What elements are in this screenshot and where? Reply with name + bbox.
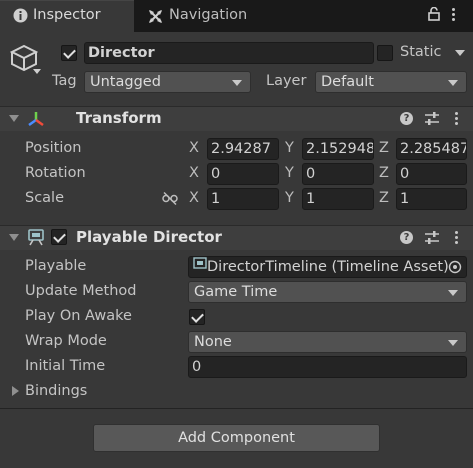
static-dropdown-arrow[interactable] (455, 50, 465, 56)
sliders-icon[interactable] (425, 231, 439, 248)
initial-time-label: Initial Time (25, 358, 106, 374)
chevron-down-icon (448, 80, 458, 86)
rotation-y-label[interactable]: Y (285, 165, 294, 181)
tab-inspector-label: Inspector (33, 7, 101, 23)
update-method-label: Update Method (25, 283, 137, 299)
chevron-down-icon (448, 290, 458, 296)
transform-menu-kebab-icon[interactable] (455, 112, 458, 127)
play-on-awake-label: Play On Awake (25, 308, 132, 324)
help-icon[interactable]: ? (400, 231, 413, 244)
navigation-icon (148, 9, 163, 28)
bindings-foldout-arrow[interactable] (12, 386, 19, 396)
playable-object-field[interactable]: DirectorTimeline (Timeline Asset) (188, 256, 467, 278)
tab-navigation-label[interactable]: Navigation (169, 7, 247, 23)
playable-director-title: Playable Director (76, 228, 222, 246)
layer-value: Default (321, 74, 374, 90)
chevron-down-icon (448, 340, 458, 346)
tag-dropdown[interactable]: Untagged (84, 71, 251, 93)
wrap-mode-value: None (194, 334, 232, 350)
scale-z-field[interactable]: 1 (396, 188, 467, 210)
object-picker-icon[interactable] (448, 260, 462, 277)
scale-label: Scale (25, 190, 65, 206)
transform-axes-icon (27, 110, 45, 132)
tab-menu-kebab-icon[interactable] (452, 8, 455, 23)
scale-y-label[interactable]: Y (285, 190, 294, 206)
transform-title: Transform (76, 109, 162, 127)
rotation-x-field[interactable]: 0 (207, 163, 279, 185)
initial-time-field[interactable]: 0 (188, 356, 467, 378)
unlink-icon[interactable] (162, 191, 178, 209)
wrap-mode-dropdown[interactable]: None (188, 331, 467, 353)
play-on-awake-checkbox[interactable] (189, 309, 205, 325)
chevron-down-icon (232, 80, 242, 86)
playable-director-enabled-checkbox[interactable] (51, 229, 67, 245)
layer-dropdown[interactable]: Default (315, 71, 467, 93)
scale-x-field[interactable]: 1 (207, 188, 279, 210)
gameobject-name-field[interactable]: Director (84, 42, 374, 64)
playable-director-icon (27, 228, 45, 250)
position-y-label[interactable]: Y (285, 140, 294, 156)
wrap-mode-label: Wrap Mode (25, 333, 107, 349)
transform-foldout-arrow[interactable] (9, 115, 19, 122)
position-x-label[interactable]: X (189, 140, 199, 156)
tag-value: Untagged (90, 74, 161, 90)
info-icon (13, 8, 28, 27)
playable-value: DirectorTimeline (Timeline Asset) (207, 259, 449, 275)
bindings-label[interactable]: Bindings (25, 383, 87, 399)
playable-label: Playable (25, 258, 87, 274)
playable-director-foldout-arrow[interactable] (9, 234, 19, 241)
position-z-field[interactable]: 2.285487 (396, 138, 467, 160)
gameobject-active-checkbox[interactable] (61, 45, 77, 61)
rotation-z-label[interactable]: Z (379, 165, 389, 181)
layer-label: Layer (266, 73, 307, 89)
static-checkbox[interactable] (377, 45, 393, 61)
position-label: Position (25, 140, 82, 156)
tag-label: Tag (52, 73, 77, 89)
rotation-label: Rotation (25, 165, 86, 181)
scale-y-field[interactable]: 1 (302, 188, 374, 210)
components-separator (0, 408, 473, 409)
add-component-button[interactable]: Add Component (93, 424, 380, 452)
scale-z-label[interactable]: Z (379, 190, 389, 206)
playable-director-menu-kebab-icon[interactable] (455, 231, 458, 246)
position-z-label[interactable]: Z (379, 140, 389, 156)
icon-dropdown-arrow[interactable] (33, 69, 41, 74)
timeline-asset-icon (193, 257, 207, 276)
lock-icon[interactable] (428, 6, 440, 25)
update-method-value: Game Time (194, 284, 278, 300)
sliders-icon[interactable] (425, 112, 439, 129)
rotation-z-field[interactable]: 0 (396, 163, 467, 185)
position-x-field[interactable]: 2.94287 (207, 138, 279, 160)
rotation-y-field[interactable]: 0 (302, 163, 374, 185)
position-y-field[interactable]: 2.152948 (302, 138, 374, 160)
scale-x-label[interactable]: X (189, 190, 199, 206)
static-label: Static (400, 44, 442, 60)
update-method-dropdown[interactable]: Game Time (188, 281, 467, 303)
rotation-x-label[interactable]: X (189, 165, 199, 181)
help-icon[interactable]: ? (400, 112, 413, 125)
